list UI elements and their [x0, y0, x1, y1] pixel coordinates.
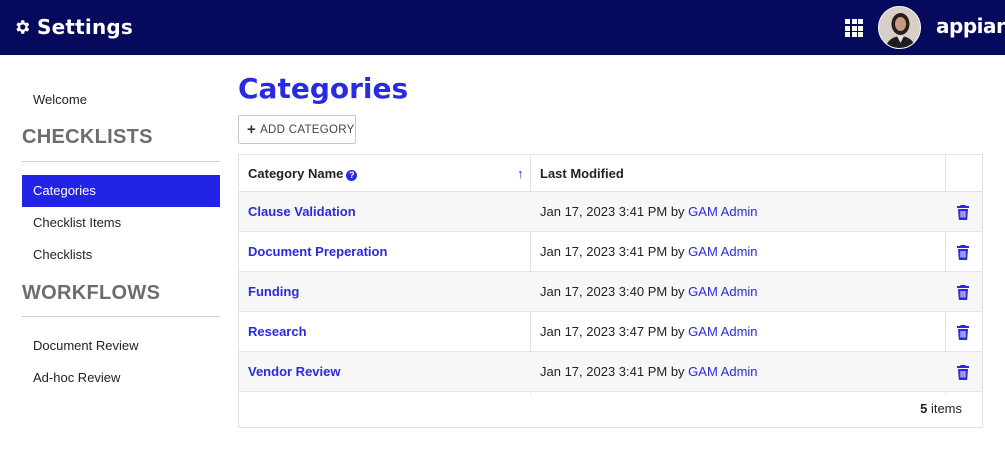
table-row: Clause Validation Jan 17, 2023 3:41 PM b…	[239, 192, 982, 232]
appian-logo[interactable]: appian	[936, 14, 1005, 38]
category-name-link[interactable]: Vendor Review	[248, 352, 340, 392]
sidebar-item-categories[interactable]: Categories	[22, 175, 220, 207]
plus-icon: +	[247, 121, 257, 138]
last-modified-cell: Jan 17, 2023 3:41 PM by GAM Admin	[540, 204, 758, 219]
column-header-last-modified[interactable]: Last Modified	[540, 155, 624, 192]
table-header: Category Name? ↑ Last Modified	[239, 155, 982, 192]
add-category-button[interactable]: + ADD CATEGORY	[238, 115, 356, 144]
user-avatar[interactable]	[878, 6, 921, 49]
add-category-label: ADD CATEGORY	[260, 123, 355, 136]
sidebar-item-checklists[interactable]: Checklists	[22, 239, 220, 271]
category-name-link[interactable]: Clause Validation	[248, 192, 356, 232]
sidebar-divider	[22, 161, 220, 162]
sidebar-item-label: Ad-hoc Review	[33, 370, 121, 385]
last-modified-cell: Jan 17, 2023 3:41 PM by GAM Admin	[540, 244, 758, 259]
sort-ascending-icon[interactable]: ↑	[517, 166, 524, 181]
user-link[interactable]: GAM Admin	[688, 324, 757, 339]
item-count: 5 items	[920, 401, 962, 416]
last-modified-cell: Jan 17, 2023 3:41 PM by GAM Admin	[540, 364, 758, 379]
trash-icon[interactable]	[955, 284, 971, 300]
trash-icon[interactable]	[955, 204, 971, 220]
sidebar-heading-checklists: CHECKLISTS	[22, 126, 153, 148]
sidebar-item-label: Checklists	[33, 247, 93, 262]
sidebar-heading-workflows: WORKFLOWS	[22, 282, 161, 304]
user-link[interactable]: GAM Admin	[688, 284, 757, 299]
trash-icon[interactable]	[955, 244, 971, 260]
column-header-category-name[interactable]: Category Name?	[248, 155, 358, 192]
page-title: Categories	[238, 72, 409, 105]
last-modified-cell: Jan 17, 2023 3:40 PM by GAM Admin	[540, 284, 758, 299]
sidebar-item-label: Welcome	[33, 92, 87, 107]
sidebar-item-document-review[interactable]: Document Review	[22, 330, 220, 362]
sidebar-item-adhoc-review[interactable]: Ad-hoc Review	[22, 362, 220, 394]
category-name-link[interactable]: Research	[248, 312, 307, 352]
user-link[interactable]: GAM Admin	[688, 364, 757, 379]
sidebar-item-label: Checklist Items	[33, 215, 122, 230]
sidebar-item-welcome[interactable]: Welcome	[22, 84, 220, 116]
table-row: Funding Jan 17, 2023 3:40 PM by GAM Admi…	[239, 272, 982, 312]
table-row: Research Jan 17, 2023 3:47 PM by GAM Adm…	[239, 312, 982, 352]
category-name-link[interactable]: Document Preperation	[248, 232, 387, 272]
last-modified-cell: Jan 17, 2023 3:47 PM by GAM Admin	[540, 324, 758, 339]
app-grid-icon[interactable]	[845, 19, 863, 37]
top-bar: Settings appian	[0, 0, 1005, 55]
user-link[interactable]: GAM Admin	[688, 204, 757, 219]
sidebar-item-checklist-items[interactable]: Checklist Items	[22, 207, 220, 239]
categories-table: Category Name? ↑ Last Modified Clause Va…	[238, 154, 983, 428]
sidebar-item-label: Document Review	[33, 338, 139, 353]
gear-icon	[16, 20, 30, 34]
trash-icon[interactable]	[955, 364, 971, 380]
table-row: Document Preperation Jan 17, 2023 3:41 P…	[239, 232, 982, 272]
table-row: Vendor Review Jan 17, 2023 3:41 PM by GA…	[239, 352, 982, 392]
sidebar-divider	[22, 316, 220, 317]
help-icon[interactable]: ?	[346, 170, 358, 181]
category-name-link[interactable]: Funding	[248, 272, 299, 312]
trash-icon[interactable]	[955, 324, 971, 340]
app-title: Settings	[37, 15, 134, 39]
user-link[interactable]: GAM Admin	[688, 244, 757, 259]
sidebar-item-label: Categories	[33, 183, 96, 198]
